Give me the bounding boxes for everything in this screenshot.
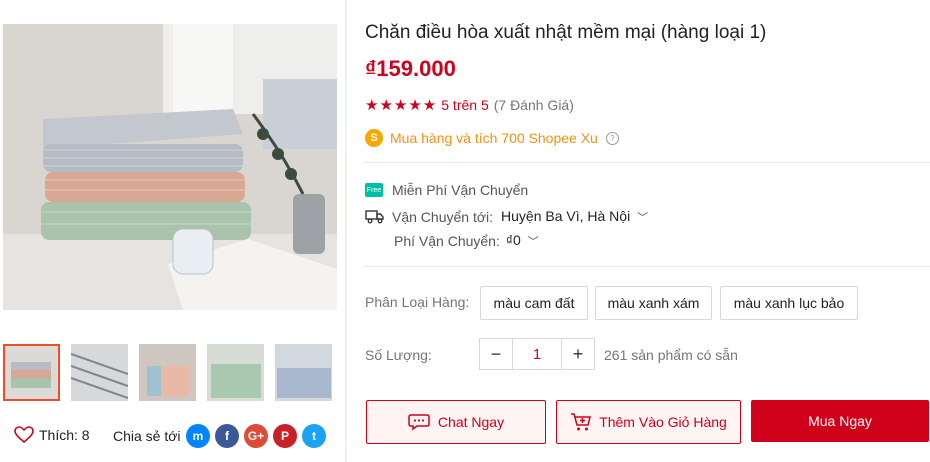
main-product-image[interactable] [3, 24, 337, 310]
social-bar: Thích: 8 Chia sẻ tới m f G+ P t [0, 418, 345, 454]
thumbnail[interactable] [275, 344, 332, 401]
coin-icon: S [365, 129, 383, 147]
ship-to-row: Vận Chuyển tới: Huyện Ba Vì, Hà Nội ﹀ [365, 208, 648, 225]
decrease-button[interactable]: − [479, 338, 513, 370]
help-icon[interactable]: ? [605, 131, 619, 145]
ship-fee-label: Phí Vận Chuyển: [394, 232, 500, 249]
share-label: Chia sẻ tới [113, 428, 181, 444]
rating-text: 5 trên 5 [441, 97, 489, 113]
chevron-down-icon: ﹀ [637, 212, 649, 224]
messenger-icon[interactable]: m [186, 424, 210, 448]
variant-option[interactable]: màu xanh lục bảo [720, 286, 858, 320]
thumbnail[interactable] [71, 344, 128, 401]
chat-now-label: Chat Ngay [437, 414, 505, 430]
product-price: ₫159.000 [365, 56, 456, 81]
thumbnail[interactable] [3, 344, 60, 401]
variant-option[interactable]: màu xanh xám [595, 286, 712, 320]
add-to-cart-icon [571, 413, 592, 431]
divider [365, 266, 930, 267]
thumbnail[interactable] [207, 344, 264, 401]
add-to-cart-button[interactable]: Thêm Vào Giỏ Hàng [556, 400, 741, 444]
quantity-input[interactable]: 1 [513, 338, 561, 370]
product-gallery: Thích: 8 Chia sẻ tới m f G+ P t [0, 0, 345, 462]
review-count: (7 Đánh Giá) [493, 97, 574, 113]
ship-fee-value[interactable]: ₫0 ﹀ [506, 232, 539, 249]
variant-label: Phân Loại Hàng: [365, 294, 470, 310]
ship-fee-row: Phí Vận Chuyển: ₫0 ﹀ [394, 232, 539, 249]
chat-icon [408, 414, 430, 431]
chevron-down-icon: ﹀ [527, 236, 539, 248]
thumbnail[interactable] [139, 344, 196, 401]
star-rating-icon: ★★★★★ [365, 97, 438, 114]
increase-button[interactable]: + [561, 338, 595, 370]
shopee-coins-info: S Mua hàng và tích 700 Shopee Xu ? [365, 129, 619, 147]
variant-option[interactable]: màu cam đất [480, 286, 588, 320]
facebook-icon[interactable]: f [215, 424, 239, 448]
heart-icon [14, 426, 34, 444]
stock-available: 261 sản phẩm có sẵn [604, 347, 738, 363]
twitter-icon[interactable]: t [302, 424, 326, 448]
ship-fee-amount: ₫0 [505, 232, 521, 248]
free-shipping-row: Free Miễn Phí Vận Chuyển [365, 182, 528, 198]
coins-text: Mua hàng và tích 700 Shopee Xu [390, 130, 598, 146]
truck-icon [365, 210, 384, 224]
thumbnail-strip [3, 344, 337, 404]
ship-to-location: Huyện Ba Vì, Hà Nội [501, 208, 631, 224]
add-to-cart-label: Thêm Vào Giỏ Hàng [599, 414, 727, 430]
google-plus-icon[interactable]: G+ [244, 424, 268, 448]
like-count: Thích: 8 [39, 427, 90, 443]
ship-to-value[interactable]: Huyện Ba Vì, Hà Nội ﹀ [501, 208, 648, 225]
free-shipping-icon: Free [365, 183, 383, 197]
rating-summary[interactable]: ★★★★★ 5 trên 5 (7 Đánh Giá) [365, 96, 574, 114]
blanket-stack-illustration [3, 24, 337, 310]
pinterest-icon[interactable]: P [273, 424, 297, 448]
product-details: Chăn điều hòa xuất nhật mềm mại (hàng lo… [347, 0, 930, 462]
divider [365, 162, 930, 163]
buy-now-button[interactable]: Mua Ngay [751, 400, 929, 442]
chat-now-button[interactable]: Chat Ngay [366, 400, 546, 444]
quantity-label: Số Lượng: [365, 347, 432, 363]
ship-to-label: Vận Chuyển tới: [392, 208, 494, 225]
like-button[interactable]: Thích: 8 [14, 426, 90, 444]
quantity-stepper: − 1 + [479, 338, 595, 370]
product-title: Chăn điều hòa xuất nhật mềm mại (hàng lo… [365, 22, 767, 43]
free-shipping-label: Miễn Phí Vận Chuyển [392, 182, 529, 198]
